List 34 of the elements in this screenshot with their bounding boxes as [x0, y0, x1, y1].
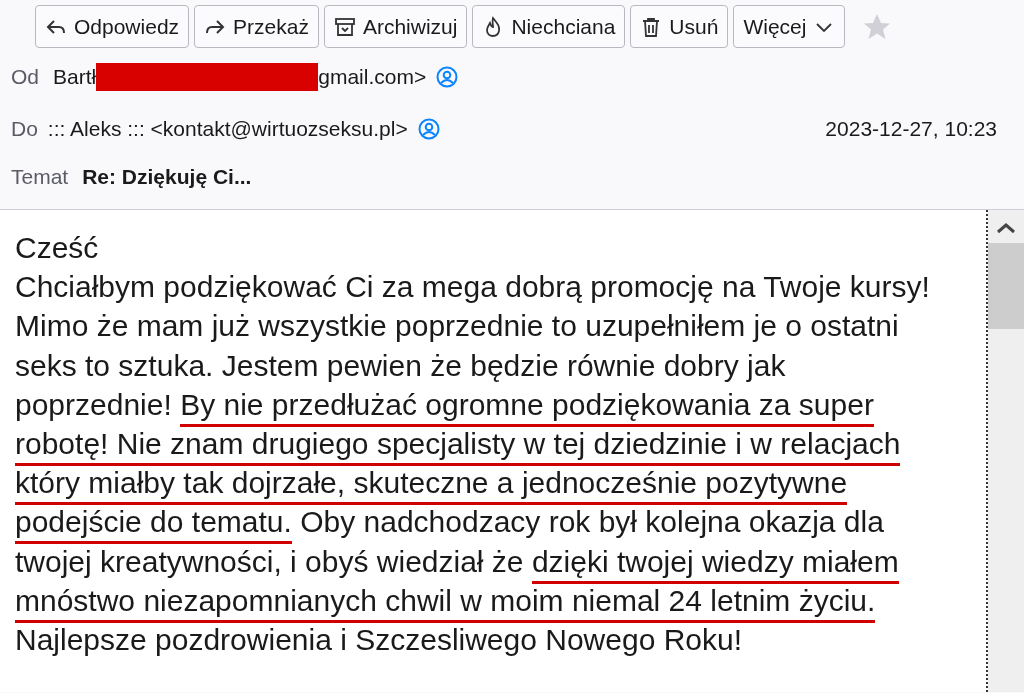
underlined-text: By nie przedłużać ogromne podziękowania za super — [180, 387, 874, 427]
body-text: Mimo że mam już wszystkie poprzednie to uzupełniłem je o ostatni — [15, 309, 899, 343]
underlined-text: dzięki twojej wiedzy miałem — [531, 544, 899, 584]
message-date: 2023-12-27, 10:23 — [825, 116, 997, 143]
contact-icon[interactable] — [436, 66, 459, 88]
body-text: twojej kreatywności, i obyś wiedział że — [15, 544, 524, 578]
body-text: Najlepsze pozdrowienia i Szczesliwego Nowego Roku! — [15, 623, 743, 657]
underlined-text: mnóstwo niezapomnianych chwil w moim niemal 24 letnim życiu. — [15, 583, 876, 623]
toolbar-button[interactable]: Archiwizuj — [323, 5, 468, 48]
body-text: seks to sztuka. Jestem pewien że będzie równie dobry jak — [15, 348, 786, 382]
body-text: Chciałbym podziękować Ci za mega dobrą promocję na Twoje kursy! — [15, 270, 930, 304]
scroll-up-icon[interactable] — [996, 222, 1016, 234]
toolbar-button[interactable]: Odpowiedz — [35, 5, 190, 48]
toolbar-button[interactable]: Niechciana — [472, 5, 626, 48]
archive-icon — [333, 15, 356, 38]
sender-address: Bartł — [53, 64, 97, 91]
field-label: Temat — [11, 164, 69, 191]
underlined-text: podejście do tematu. — [15, 505, 292, 545]
body-text: poprzednie! — [15, 387, 172, 421]
contact-icon[interactable] — [417, 118, 440, 140]
field-label: Od — [11, 64, 39, 91]
underlined-text: który miałby tak dojrzałe, skuteczne a jednocześnie pozytywne — [15, 466, 848, 506]
toolbar-button[interactable]: Więcej — [733, 5, 846, 48]
body-text: Oby nadchodzacy rok był kolejna okazja dla — [300, 505, 884, 539]
message-subject: Re: Dziękuję Ci... — [82, 164, 252, 191]
body-text: Cześć — [15, 231, 99, 264]
field-label: Do — [11, 116, 38, 143]
recipient-address: ::: Aleks ::: <kontakt@wirtuozseksu.pl> — [47, 116, 408, 143]
sender-address: gmail.com> — [318, 64, 427, 91]
scrollbar-thumb[interactable] — [988, 243, 1024, 329]
toolbar-button[interactable]: Przekaż — [194, 5, 319, 48]
scrollbar[interactable] — [988, 210, 1024, 692]
underlined-text: robotę! Nie znam drugiego specjalisty w tej dziedzinie i w relacjach — [15, 427, 901, 466]
toolbar-button[interactable]: Usuń — [630, 5, 729, 48]
